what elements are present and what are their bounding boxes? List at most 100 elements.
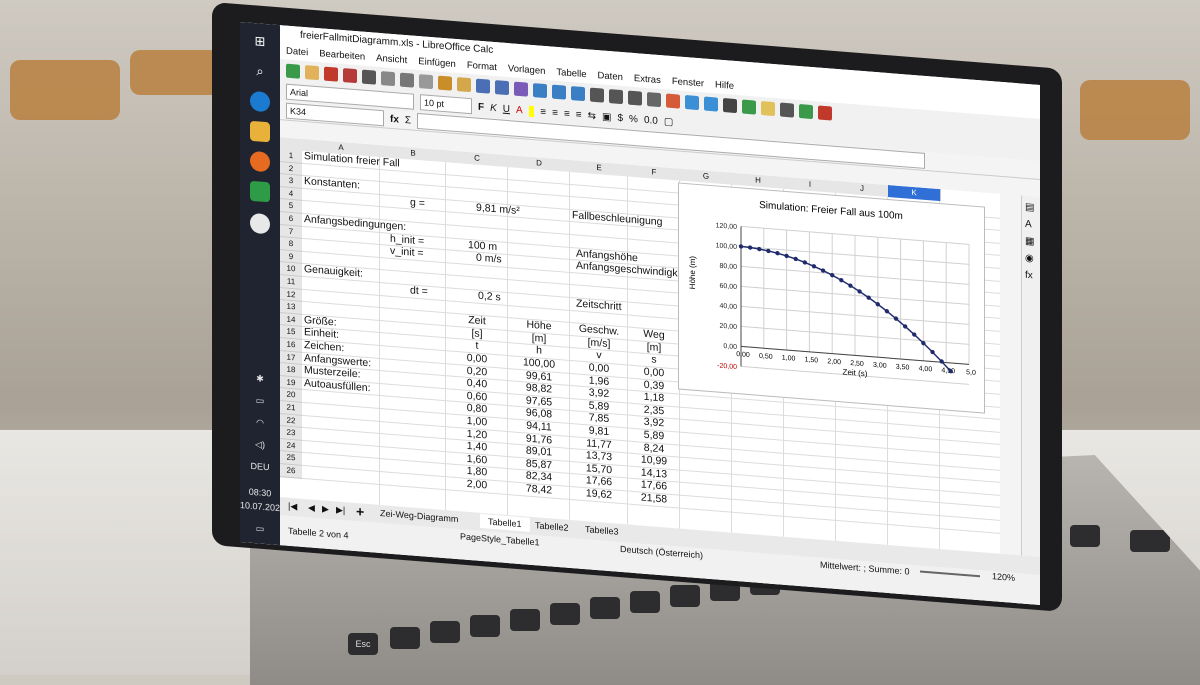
copy-icon[interactable] (419, 74, 433, 90)
functions-icon[interactable]: fx (1025, 270, 1037, 282)
comment-icon[interactable] (761, 101, 775, 117)
insert-chart-icon[interactable] (685, 95, 699, 111)
bold-icon[interactable]: F (478, 101, 484, 112)
export-pdf-icon[interactable] (343, 68, 357, 84)
merge-cells-icon[interactable]: ▣ (602, 111, 611, 123)
freeze-rows-icon[interactable] (818, 105, 832, 121)
wifi-icon[interactable]: ◠ (240, 416, 280, 430)
define-print-area-icon[interactable] (799, 103, 813, 120)
zoom-level[interactable]: 120% (992, 571, 1015, 583)
special-character-icon[interactable] (723, 98, 737, 114)
row-icon[interactable] (552, 84, 566, 100)
cell-cells-dt_value[interactable]: 0,2 s (478, 290, 501, 304)
windows-start-icon[interactable]: ⊞ (250, 31, 270, 53)
spelling-icon[interactable] (533, 83, 547, 99)
navigator-icon[interactable]: ◉ (1025, 253, 1037, 265)
row-header[interactable]: 26 (280, 464, 302, 479)
paint-icon[interactable] (250, 212, 270, 235)
currency-icon[interactable]: $ (617, 112, 623, 123)
highlight-icon[interactable] (528, 105, 535, 117)
notification-icon[interactable]: ▭ (240, 522, 280, 536)
open-icon[interactable] (305, 65, 319, 81)
cell-cells-dt_label[interactable]: dt = (410, 284, 428, 297)
align-right-icon[interactable]: ≡ (564, 108, 570, 119)
italic-icon[interactable]: K (490, 102, 497, 114)
language-indicator[interactable]: DEU (240, 460, 280, 473)
wrap-text-icon[interactable]: ⇆ (588, 110, 596, 122)
font-color-icon[interactable]: A (516, 104, 523, 116)
menu-item[interactable]: Daten (598, 70, 623, 83)
clock-date[interactable]: 10.07.2023 (240, 500, 285, 514)
first-sheet-icon[interactable]: |◀ (288, 501, 297, 513)
menu-item[interactable]: Vorlagen (508, 63, 546, 77)
hyperlink-icon[interactable] (742, 99, 756, 115)
properties-icon[interactable]: ▤ (1025, 202, 1037, 214)
last-sheet-icon[interactable]: ▶| (336, 505, 345, 517)
new-document-icon[interactable] (286, 63, 300, 79)
menu-item[interactable]: Einfügen (418, 56, 456, 70)
paste-icon[interactable] (438, 75, 452, 91)
firefox-icon[interactable] (250, 150, 270, 173)
pivot-table-icon[interactable] (704, 96, 718, 112)
justify-icon[interactable]: ≡ (576, 109, 582, 120)
cell-cells-v_label[interactable]: v_init = (390, 245, 424, 260)
gallery-icon[interactable]: ▦ (1025, 236, 1037, 248)
print-preview-icon[interactable] (381, 71, 395, 87)
function-wizard-icon[interactable]: fx (390, 113, 399, 125)
menu-item[interactable]: Datei (286, 46, 308, 59)
number-format-icon[interactable]: 0.0 (644, 114, 658, 126)
menu-item[interactable]: Extras (634, 73, 661, 86)
zoom-slider[interactable] (920, 570, 980, 578)
clone-formatting-icon[interactable] (457, 77, 471, 93)
column-header-e[interactable]: E (570, 159, 629, 177)
column-header-c[interactable]: C (446, 150, 509, 168)
column-header-f[interactable]: F (628, 164, 681, 181)
menu-item[interactable]: Ansicht (376, 53, 407, 66)
undo-icon[interactable] (476, 78, 490, 94)
styles-icon[interactable]: A (1025, 219, 1037, 231)
spreadsheet-grid[interactable]: A B C D E F G H I J K 1 2 3 4 5 6 7 8 9 10 11 12 13 14 15 16 17 18 19… (280, 137, 1000, 554)
search-icon[interactable]: ⌕ (250, 61, 270, 83)
previous-sheet-icon[interactable]: ◀ (308, 502, 315, 514)
cell-cells-h_value[interactable]: 100 m (468, 239, 497, 253)
cut-icon[interactable] (400, 72, 414, 88)
clock-time[interactable]: 08:30 (240, 486, 280, 499)
redo-icon[interactable] (495, 80, 509, 96)
menu-item[interactable]: Hilfe (715, 79, 734, 91)
volume-icon[interactable]: ◁) (240, 438, 280, 452)
column-icon[interactable] (571, 86, 585, 102)
file-explorer-icon[interactable] (250, 120, 270, 143)
print-icon[interactable] (362, 69, 376, 85)
cell-cells-v_value[interactable]: 0 m/s (476, 252, 502, 266)
menu-item[interactable]: Fenster (672, 76, 704, 90)
add-sheet-icon[interactable]: + (356, 503, 364, 520)
sort-descending-icon[interactable] (628, 90, 642, 106)
libreoffice-calc-icon[interactable] (250, 180, 270, 203)
insert-image-icon[interactable] (666, 93, 680, 109)
save-icon[interactable] (324, 66, 338, 82)
borders-icon[interactable]: ▢ (664, 116, 673, 128)
menu-item[interactable]: Tabelle (556, 67, 586, 80)
align-left-icon[interactable]: ≡ (540, 106, 546, 117)
sort-icon[interactable] (590, 87, 604, 103)
tab-tabelle2[interactable]: Tabelle2 (535, 520, 569, 533)
chart-free-fall[interactable]: Simulation: Freier Fall aus 100m -20,00 0,… (678, 182, 985, 414)
edge-browser-icon[interactable] (250, 90, 270, 113)
bluetooth-icon[interactable]: ✱ (240, 372, 280, 386)
tab-zeit-weg[interactable]: Zei-Weg-Diagramm (380, 508, 458, 524)
align-center-icon[interactable]: ≡ (552, 107, 558, 118)
sum-icon[interactable]: Σ (405, 114, 411, 125)
sort-ascending-icon[interactable] (609, 89, 623, 105)
tab-tabelle1[interactable]: Tabelle1 (480, 513, 530, 532)
underline-icon[interactable]: U (503, 103, 510, 115)
menu-item[interactable]: Bearbeiten (319, 48, 365, 63)
percent-icon[interactable]: % (629, 113, 638, 125)
headers-footers-icon[interactable] (780, 102, 794, 118)
autofilter-icon[interactable] (647, 92, 661, 108)
cell-cells-g_label[interactable]: g = (410, 196, 425, 209)
next-sheet-icon[interactable]: ▶ (322, 503, 329, 515)
find-replace-icon[interactable] (514, 81, 528, 97)
column-header-d[interactable]: D (508, 155, 571, 173)
menu-item[interactable]: Format (467, 60, 497, 73)
battery-icon[interactable]: ▭ (240, 394, 280, 408)
